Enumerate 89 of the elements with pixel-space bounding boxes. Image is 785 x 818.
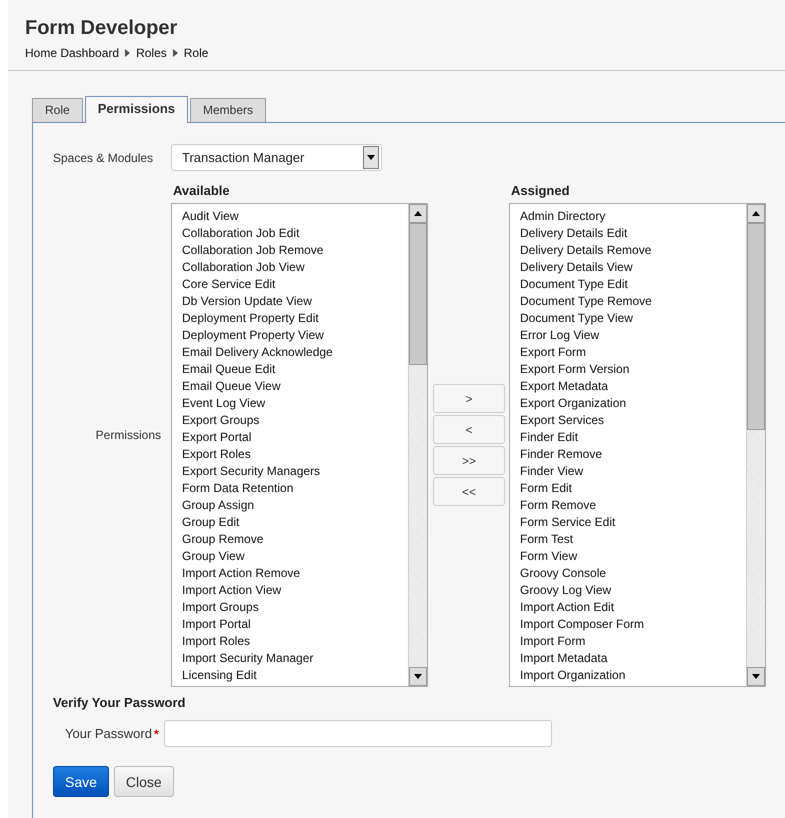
list-item[interactable]: Event Log View	[182, 395, 408, 412]
list-item[interactable]: Export Metadata	[520, 378, 746, 395]
list-item[interactable]: Delivery Details Edit	[520, 225, 746, 242]
breadcrumb-link[interactable]: Roles	[136, 46, 167, 60]
list-item[interactable]: Export Form Version	[520, 361, 746, 378]
field-label: Permissions	[94, 428, 162, 442]
list-item[interactable]: Form View	[520, 548, 746, 565]
list-item[interactable]: Email Delivery Acknowledge	[182, 344, 408, 361]
list-item[interactable]: Import Metadata	[520, 650, 746, 667]
list-item[interactable]: Import Groups	[182, 599, 408, 616]
list-item[interactable]: Collaboration Job Edit	[182, 225, 408, 242]
list-item[interactable]: Import Action Remove	[182, 565, 408, 582]
list-item[interactable]: Error Log View	[520, 327, 746, 344]
list-heading: Available	[172, 183, 231, 200]
list-item[interactable]: Document Type View	[520, 310, 746, 327]
list-item[interactable]: Group Remove	[182, 531, 408, 548]
close-button[interactable]: Close	[114, 766, 174, 797]
list-item[interactable]: Groovy Console	[520, 565, 746, 582]
list-item[interactable]: Export Groups	[182, 412, 408, 429]
list-item[interactable]: Audit View	[182, 208, 408, 225]
breadcrumb-link[interactable]: Home Dashboard	[25, 46, 120, 60]
list-item[interactable]: Import Organization	[520, 667, 746, 684]
breadcrumb-link[interactable]: Role	[184, 46, 208, 60]
list-item[interactable]: Admin Directory	[520, 208, 746, 225]
list-item[interactable]: Export Organization	[520, 395, 746, 412]
list-item[interactable]: Document Type Edit	[520, 276, 746, 293]
list-item[interactable]: Finder Remove	[520, 446, 746, 463]
list-item[interactable]: Finder Edit	[520, 429, 746, 446]
scroll-down-icon	[414, 674, 422, 679]
list-item[interactable]: Delivery Details View	[520, 259, 746, 276]
list-item[interactable]: Form Data Retention	[182, 480, 408, 497]
tab[interactable]: Members	[190, 98, 266, 122]
scroll-down-icon	[752, 674, 760, 679]
field-label: Your Password	[65, 726, 152, 741]
list-item[interactable]: Collaboration Job View	[182, 259, 408, 276]
list-item[interactable]: Group Edit	[182, 514, 408, 531]
tab[interactable]: Permissions	[84, 96, 188, 123]
list-item[interactable]: Export Portal	[182, 429, 408, 446]
scroll-up-icon	[752, 211, 760, 216]
list-item[interactable]: Import Security Manager	[182, 650, 408, 667]
list-item[interactable]: Export Services	[520, 412, 746, 429]
available-list[interactable]	[171, 203, 428, 687]
move-button[interactable]: <	[433, 415, 505, 444]
list-item[interactable]: Export Form	[520, 344, 746, 361]
scrollbar[interactable]	[408, 204, 427, 686]
list-item[interactable]: Collaboration Job Remove	[182, 242, 408, 259]
list-item[interactable]: Delivery Details Remove	[520, 242, 746, 259]
move-button[interactable]: >>	[433, 446, 505, 475]
assigned-list[interactable]	[509, 203, 766, 687]
password-field[interactable]	[164, 720, 552, 747]
save-button[interactable]: Save	[53, 766, 109, 797]
list-item[interactable]: Document Type Remove	[520, 293, 746, 310]
list-item[interactable]: Import Form	[520, 633, 746, 650]
list-item[interactable]: Deployment Property View	[182, 327, 408, 344]
spaces-modules-dropdown[interactable]: Transaction Manager	[171, 144, 382, 171]
move-button[interactable]: <<	[433, 477, 505, 506]
list-item[interactable]: Import Action View	[182, 582, 408, 599]
list-item[interactable]: Import Portal	[182, 616, 408, 633]
list-item[interactable]: Licensing Edit	[182, 667, 408, 684]
chevron-right-icon	[172, 49, 178, 57]
list-item[interactable]: Core Service Edit	[182, 276, 408, 293]
list-item[interactable]: Db Version Update View	[182, 293, 408, 310]
list-item[interactable]: Form Remove	[520, 497, 746, 514]
list-item[interactable]: Form Service Edit	[520, 514, 746, 531]
scroll-up-icon	[414, 211, 422, 216]
chevron-right-icon	[125, 49, 130, 57]
list-item[interactable]: Export Roles	[182, 446, 408, 463]
page-title: Form Developer	[25, 17, 178, 40]
required-mark: *	[154, 726, 159, 740]
dropdown-arrow-icon	[367, 155, 375, 160]
section-heading: Verify Your Password	[53, 695, 186, 710]
list-item[interactable]: Form Edit	[520, 480, 746, 497]
list-item[interactable]: Groovy Log View	[520, 582, 746, 599]
list-item[interactable]: Import Action Edit	[520, 599, 746, 616]
move-button[interactable]: >	[433, 384, 505, 413]
tab[interactable]: Role	[32, 98, 83, 122]
list-item[interactable]: Group Assign	[182, 497, 408, 514]
list-item[interactable]: Email Queue Edit	[182, 361, 408, 378]
list-item[interactable]: Group View	[182, 548, 408, 565]
list-item[interactable]: Finder View	[520, 463, 746, 480]
list-item[interactable]: Email Queue View	[182, 378, 408, 395]
list-item[interactable]: Import Roles	[182, 633, 408, 650]
list-item[interactable]: Export Security Managers	[182, 463, 408, 480]
list-heading: Assigned	[510, 183, 571, 200]
list-item[interactable]: Import Composer Form	[520, 616, 746, 633]
field-label: Spaces & Modules	[53, 150, 154, 164]
list-item[interactable]: Form Test	[520, 531, 746, 548]
scrollbar[interactable]	[746, 204, 765, 686]
list-item[interactable]: Deployment Property Edit	[182, 310, 408, 327]
